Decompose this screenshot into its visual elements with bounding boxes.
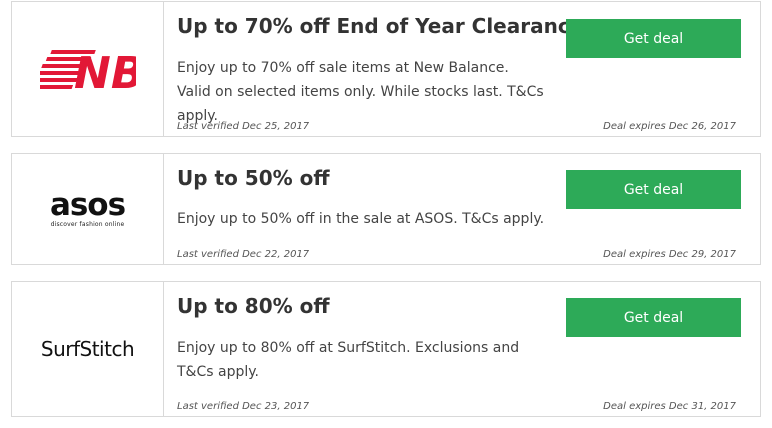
asos-logo-mark: asos discover fashion online xyxy=(49,187,126,229)
new-balance-logo[interactable]: NB xyxy=(12,2,164,136)
last-verified: Last verified Dec 25, 2017 xyxy=(177,121,310,132)
asos-logo-text: asos xyxy=(49,187,126,223)
last-verified: Last verified Dec 23, 2017 xyxy=(177,401,310,412)
deal-description: Enjoy up to 50% off in the sale at ASOS.… xyxy=(177,211,545,227)
deal-card-new-balance: NB Up to 70% off End of Year Clearance E… xyxy=(11,1,761,137)
deal-title: Up to 80% off xyxy=(177,294,330,318)
last-verified: Last verified Dec 22, 2017 xyxy=(177,249,310,260)
deal-expires: Deal expires Dec 26, 2017 xyxy=(603,121,736,132)
surfstitch-logo-text: SurfStitch xyxy=(40,337,135,361)
deal-content: Up to 50% off Enjoy up to 50% off in the… xyxy=(163,154,760,264)
deal-title: Up to 50% off xyxy=(177,166,330,190)
new-balance-logo-icon: NB xyxy=(39,48,136,94)
deal-description: Enjoy up to 70% off sale items at New Ba… xyxy=(177,60,544,124)
get-deal-button[interactable]: Get deal xyxy=(566,19,741,58)
deal-title: Up to 70% off End of Year Clearance xyxy=(177,14,584,38)
surfstitch-logo[interactable]: SurfStitch xyxy=(12,282,164,416)
deal-expires: Deal expires Dec 29, 2017 xyxy=(603,249,736,260)
deal-content: Up to 80% off Enjoy up to 80% off at Sur… xyxy=(163,282,760,416)
get-deal-button[interactable]: Get deal xyxy=(566,170,741,209)
svg-text:NB: NB xyxy=(74,48,136,94)
deal-card-surfstitch: SurfStitch Up to 80% off Enjoy up to 80%… xyxy=(11,281,761,417)
deal-content: Up to 70% off End of Year Clearance Enjo… xyxy=(163,2,760,136)
deal-expires: Deal expires Dec 31, 2017 xyxy=(603,401,736,412)
get-deal-button[interactable]: Get deal xyxy=(566,298,741,337)
asos-logo[interactable]: asos discover fashion online xyxy=(12,154,164,264)
deal-card-asos: asos discover fashion online Up to 50% o… xyxy=(11,153,761,265)
asos-logo-tagline: discover fashion online xyxy=(50,221,125,228)
deal-description: Enjoy up to 80% off at SurfStitch. Exclu… xyxy=(177,340,520,380)
